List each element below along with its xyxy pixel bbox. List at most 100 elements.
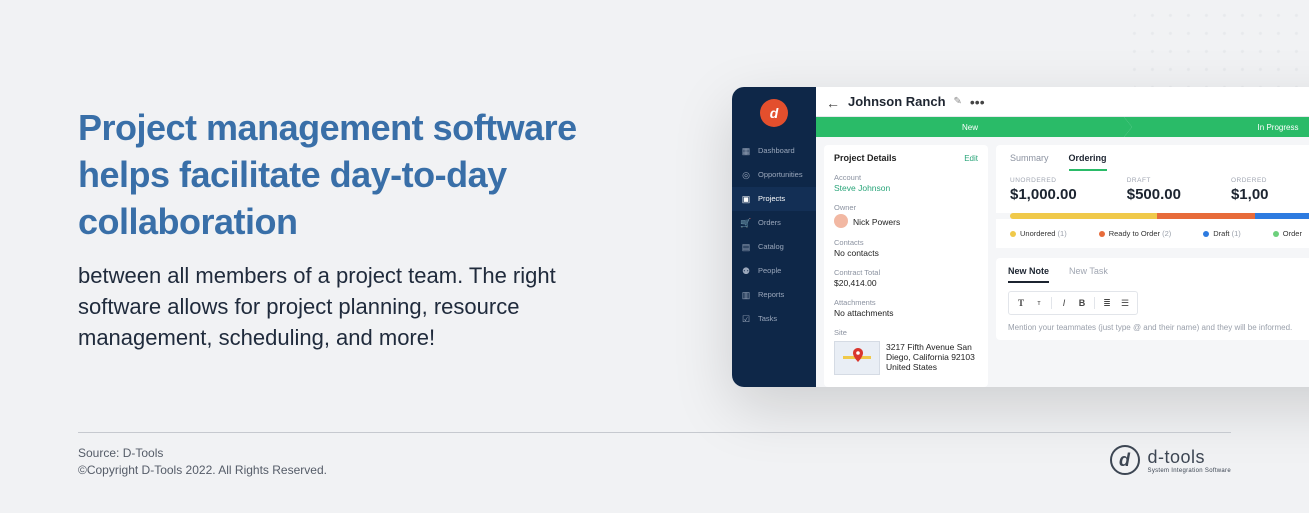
footer-brand: d d-tools System Integration Software: [1110, 445, 1231, 475]
attachments-label: Attachments: [834, 298, 978, 307]
toolbar-separator: [1051, 297, 1052, 309]
project-details-panel: Project Details Edit Account Steve Johns…: [824, 145, 988, 387]
dot-icon: [1010, 231, 1016, 237]
sidebar-item-people[interactable]: ⚉ People: [732, 259, 816, 283]
stat-value: $1,00: [1231, 186, 1269, 203]
editor-toolbar: T ᴛ I B ≣ ☰: [1008, 291, 1138, 315]
progress-step-inprogress[interactable]: In Progress: [1124, 117, 1309, 137]
app-sidebar: d ▦ Dashboard ◎ Opportunities ▣ Projects…: [732, 87, 816, 387]
stat-label: DRAFT: [1127, 177, 1181, 184]
back-arrow-icon[interactable]: ←: [826, 95, 840, 109]
catalog-icon: ▤: [740, 241, 752, 253]
contacts-value: No contacts: [834, 248, 978, 258]
sidebar-item-label: Opportunities: [758, 171, 803, 179]
dot-icon: [1273, 231, 1279, 237]
dtools-logo-icon: d: [1110, 445, 1140, 475]
stats-row: UNORDERED $1,000.00 DRAFT $500.00 ORDERE…: [996, 171, 1309, 213]
source-line: Source: D-Tools: [78, 445, 327, 462]
contract-label: Contract Total: [834, 268, 978, 277]
tab-new-task[interactable]: New Task: [1069, 266, 1108, 283]
more-dots-icon[interactable]: •••: [970, 94, 985, 110]
dot-icon: [1203, 231, 1209, 237]
contract-value: $20,414.00: [834, 278, 978, 288]
sidebar-item-orders[interactable]: 🛒 Orders: [732, 211, 816, 235]
sidebar-item-label: Catalog: [758, 243, 784, 251]
avatar: [834, 214, 848, 228]
projects-icon: ▣: [740, 193, 752, 205]
site-address: 3217 Fifth Avenue San Diego, California …: [886, 342, 978, 373]
headline: Project management software helps facili…: [78, 105, 638, 245]
app-screenshot: d ▦ Dashboard ◎ Opportunities ▣ Projects…: [732, 87, 1309, 387]
people-icon: ⚉: [740, 265, 752, 277]
attachments-value: No attachments: [834, 308, 978, 318]
dot-icon: [1099, 231, 1105, 237]
brand-name: d-tools: [1148, 447, 1206, 467]
dashboard-icon: ▦: [740, 145, 752, 157]
legend: Unordered (1) Ready to Order (2) Draft (…: [996, 219, 1309, 248]
sidebar-item-label: Tasks: [758, 315, 777, 323]
map-thumbnail[interactable]: [834, 341, 880, 375]
owner-label: Owner: [834, 203, 978, 212]
project-title: Johnson Ranch: [848, 94, 946, 109]
stat-ordered: ORDERED $1,00: [1231, 177, 1269, 203]
numbered-list-button[interactable]: ☰: [1117, 295, 1133, 311]
notes-panel: New Note New Task T ᴛ I B ≣ ☰ Mention yo…: [996, 258, 1309, 340]
owner-value: Nick Powers: [853, 217, 900, 227]
tab-ordering[interactable]: Ordering: [1069, 153, 1107, 171]
progress-step-new[interactable]: New: [816, 117, 1124, 137]
sidebar-item-label: Dashboard: [758, 147, 795, 155]
subtext: between all members of a project team. T…: [78, 261, 638, 353]
italic-button[interactable]: I: [1056, 295, 1072, 311]
ordering-panel: Summary Ordering UNORDERED $1,000.00 DRA…: [996, 145, 1309, 387]
cart-icon: 🛒: [740, 217, 752, 229]
site-label: Site: [834, 328, 978, 337]
tab-new-note[interactable]: New Note: [1008, 266, 1049, 283]
sidebar-item-label: Orders: [758, 219, 781, 227]
reports-icon: ▥: [740, 289, 752, 301]
tab-summary[interactable]: Summary: [1010, 153, 1049, 171]
contacts-label: Contacts: [834, 238, 978, 247]
footer-rule: [78, 432, 1231, 433]
brand-badge[interactable]: d: [760, 99, 788, 127]
legend-draft: Draft (1): [1203, 229, 1241, 238]
pencil-icon[interactable]: ✎: [954, 96, 962, 107]
sidebar-item-catalog[interactable]: ▤ Catalog: [732, 235, 816, 259]
target-icon: ◎: [740, 169, 752, 181]
font-size-button[interactable]: ᴛ: [1031, 295, 1047, 311]
toolbar-separator: [1094, 297, 1095, 309]
editor-placeholder[interactable]: Mention your teammates (just type @ and …: [1008, 323, 1309, 332]
bold-button[interactable]: B: [1074, 295, 1090, 311]
font-family-button[interactable]: T: [1013, 295, 1029, 311]
sidebar-item-reports[interactable]: ▥ Reports: [732, 283, 816, 307]
copyright-line: ©Copyright D-Tools 2022. All Rights Rese…: [78, 462, 327, 479]
sidebar-item-opportunities[interactable]: ◎ Opportunities: [732, 163, 816, 187]
brand-tagline: System Integration Software: [1148, 468, 1231, 474]
app-main: ← Johnson Ranch ✎ ••• New In Progress Pr…: [816, 87, 1309, 387]
legend-ordered: Order: [1273, 229, 1302, 238]
stat-label: ORDERED: [1231, 177, 1269, 184]
sidebar-item-projects[interactable]: ▣ Projects: [732, 187, 816, 211]
sidebar-item-label: Reports: [758, 291, 784, 299]
title-bar: ← Johnson Ranch ✎ •••: [816, 87, 1309, 117]
tasks-icon: ☑: [740, 313, 752, 325]
legend-ready: Ready to Order (2): [1099, 229, 1172, 238]
progress-bar: New In Progress: [816, 117, 1309, 137]
footer-attribution: Source: D-Tools ©Copyright D-Tools 2022.…: [78, 445, 327, 479]
stat-unordered: UNORDERED $1,000.00: [1010, 177, 1077, 203]
stat-value: $1,000.00: [1010, 186, 1077, 203]
map-pin-icon: [853, 348, 863, 362]
account-value[interactable]: Steve Johnson: [834, 183, 978, 193]
sidebar-item-tasks[interactable]: ☑ Tasks: [732, 307, 816, 331]
details-heading: Project Details: [834, 153, 897, 163]
ordering-tabs: Summary Ordering: [996, 145, 1309, 171]
sidebar-item-label: People: [758, 267, 781, 275]
account-label: Account: [834, 173, 978, 182]
bullet-list-button[interactable]: ≣: [1099, 295, 1115, 311]
sidebar-item-dashboard[interactable]: ▦ Dashboard: [732, 139, 816, 163]
marketing-copy: Project management software helps facili…: [78, 105, 638, 354]
edit-link[interactable]: Edit: [964, 154, 978, 163]
stat-draft: DRAFT $500.00: [1127, 177, 1181, 203]
stat-value: $500.00: [1127, 186, 1181, 203]
stat-label: UNORDERED: [1010, 177, 1077, 184]
sidebar-item-label: Projects: [758, 195, 785, 203]
